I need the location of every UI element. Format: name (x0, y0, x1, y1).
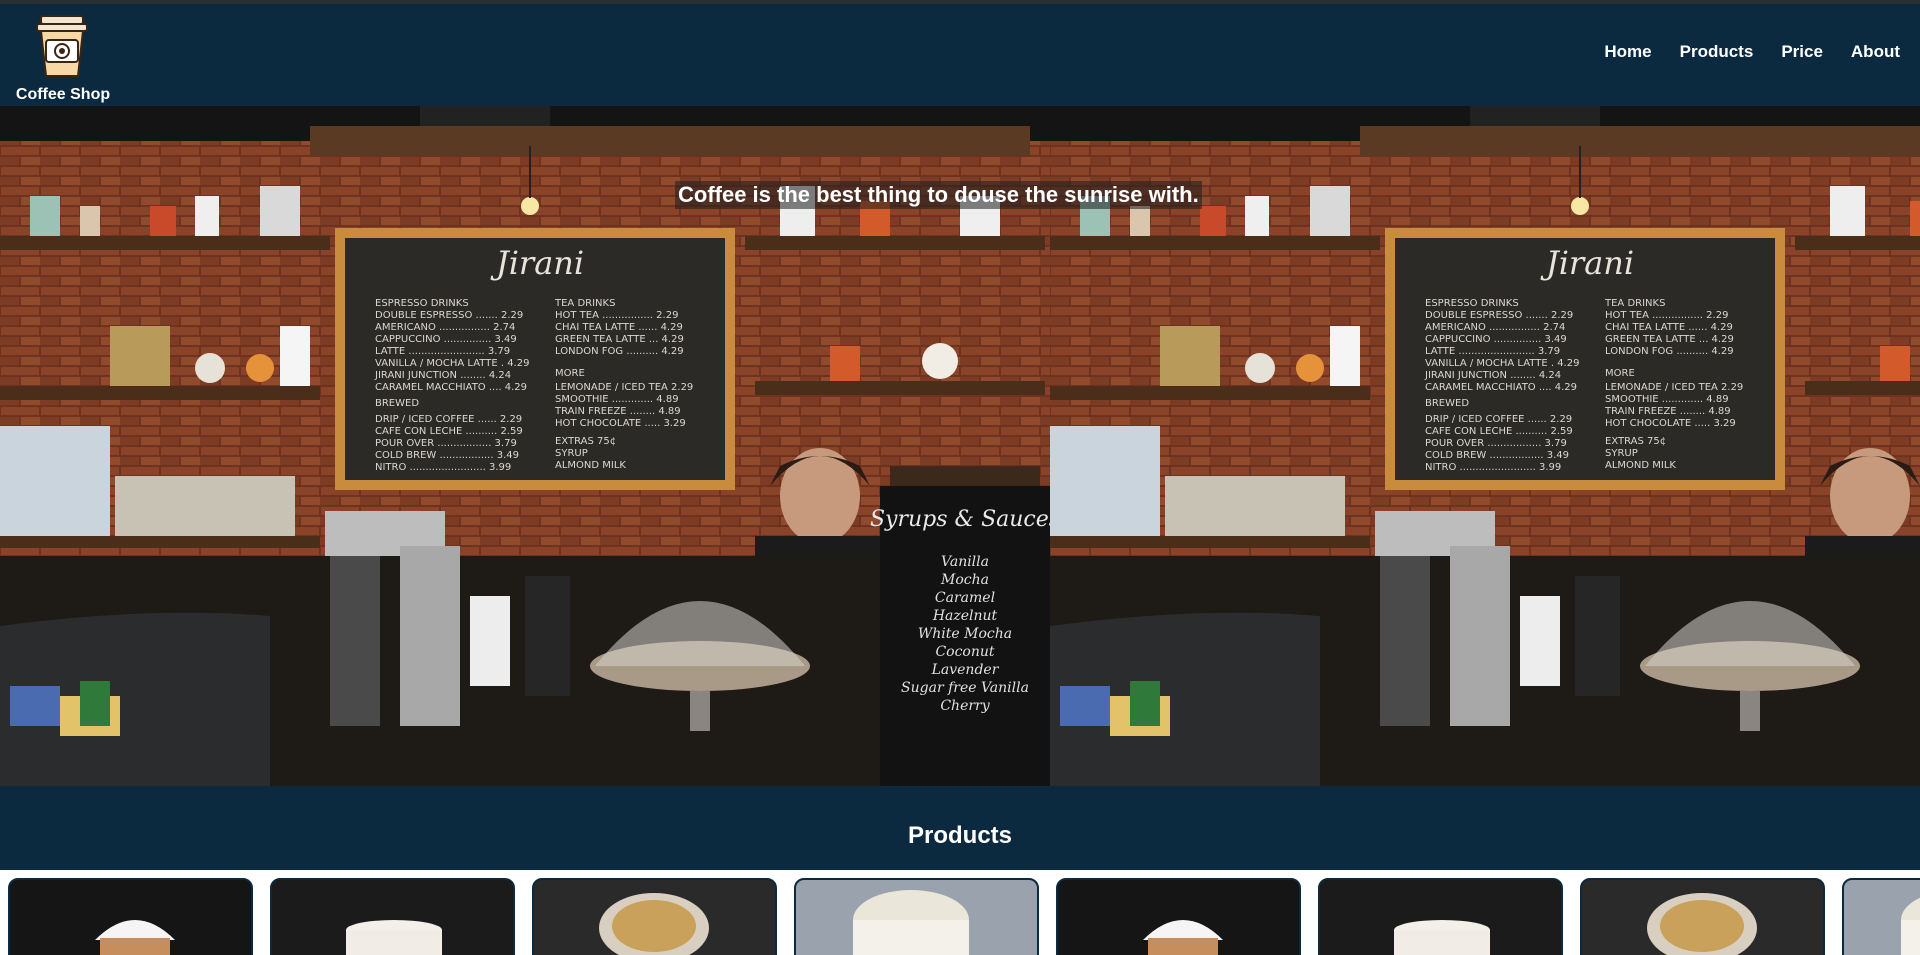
product-card[interactable] (8, 878, 253, 955)
nav-links: Home Products Price About (1604, 42, 1900, 62)
nav-link-products[interactable]: Products (1680, 42, 1754, 62)
product-card[interactable] (1056, 878, 1301, 955)
product-card[interactable] (1318, 878, 1563, 955)
products-section-header: Products (0, 786, 1920, 870)
latte-cup-photo (272, 880, 513, 955)
coffee-cup-icon (36, 15, 88, 77)
cappuccino-glass-photo (1582, 880, 1823, 955)
product-card[interactable] (1580, 878, 1825, 955)
cappuccino-glass-photo (534, 880, 775, 955)
products-title: Products (907, 822, 1012, 849)
nav-link-price[interactable]: Price (1781, 42, 1823, 62)
product-card[interactable] (270, 878, 515, 955)
nav-link-home[interactable]: Home (1604, 42, 1651, 62)
foam-latte-photo (1844, 880, 1920, 955)
nav-link-about[interactable]: About (1851, 42, 1900, 62)
product-card[interactable] (794, 878, 1039, 955)
product-cards-row (0, 870, 1920, 955)
whipped-cream-drink-photo (1058, 880, 1299, 955)
navbar: Coffee Shop Home Products Price About (0, 4, 1920, 106)
foam-latte-photo (796, 880, 1037, 955)
latte-cup-photo (1320, 880, 1561, 955)
product-card[interactable] (532, 878, 777, 955)
product-card[interactable] (1842, 878, 1920, 955)
hero-banner: Jirani ESPRESSO DRINKS TEA DRINKS DOUBLE… (0, 106, 1920, 786)
whipped-cream-drink-photo (10, 880, 251, 955)
hero-tagline: Coffee is the best thing to douse the su… (675, 181, 1202, 209)
brand-name: Coffee Shop (15, 86, 111, 103)
brand-logo[interactable]: Coffee Shop (8, 14, 134, 106)
